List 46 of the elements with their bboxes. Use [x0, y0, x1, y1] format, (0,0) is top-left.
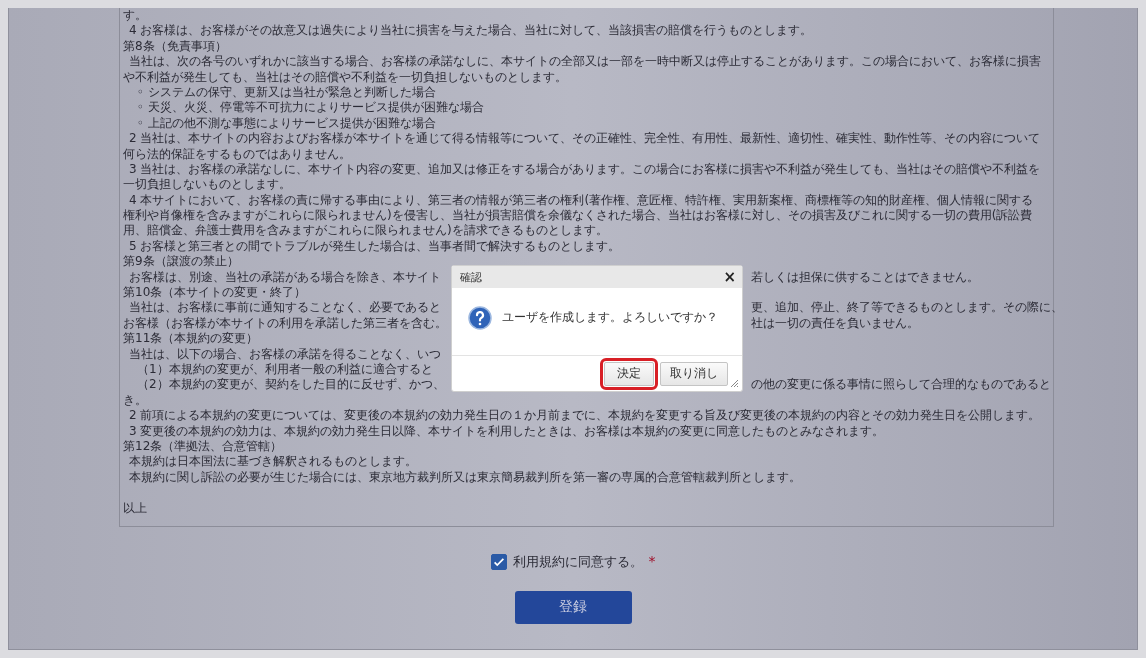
dialog-button[interactable]: 取り消し — [660, 361, 728, 386]
dialog-title: 確認 — [460, 269, 482, 285]
terms-line: す。 — [123, 8, 147, 22]
close-button[interactable]: × — [723, 269, 736, 285]
dialog-message: ユーザを作成します。よろしいですか？ — [502, 309, 718, 326]
terms-line: ◦ 天災、火災、停電等不可抗力によりサービス提供が困難な場合 — [137, 100, 484, 115]
terms-line: き。 — [123, 392, 147, 407]
terms-line: 何ら法的保証をするものではありません。 — [123, 146, 351, 161]
terms-line: ◦ 上記の他不測な事態によりサービス提供が困難な場合 — [137, 115, 436, 130]
terms-line: 以上 — [123, 500, 147, 515]
required-mark: * — [648, 552, 656, 569]
terms-line: 若しくは担保に供することはできません。 — [751, 269, 979, 286]
terms-line: 第11条（本規約の変更） — [123, 331, 259, 346]
terms-line: 本規約は日本国法に基づき解釈されるものとします。 — [129, 454, 417, 469]
terms-line: ◦ システムの保守、更新又は当社が緊急と判断した場合 — [137, 84, 436, 99]
register-button[interactable]: 登録 — [514, 590, 632, 624]
terms-line: 当社は、以下の場合、お客様の承諾を得ることなく、いつ — [129, 346, 441, 361]
question-icon — [468, 305, 492, 330]
terms-line: 4 本サイトにおいて、お客様の責に帰する事由により、第三者の情報が第三者の権利(著作権、意匠権、特許権、実用新案権、商標権等の知的財産権、個人情報に関する — [129, 192, 1034, 207]
terms-line: 一切負担しないものとします。 — [123, 177, 291, 192]
agree-label: 利用規約に同意する。 — [512, 552, 643, 571]
terms-line: 3 当社は、お客様の承諾なしに、本サイト内容の変更、追加又は修正をする場合があります。この場合にお客様に損害や不利益が発生しても、当社はその賠償や不利益を — [129, 161, 1041, 176]
terms-line: 4 お客様は、お客様がその故意又は過失により当社に損害を与えた場合、当社に対して、当該損害の賠償を行うものとします。 — [129, 23, 813, 38]
terms-line: 当社は、次の各号のいずれかに該当する場合、お客様の承諾なしに、本サイトの全部又は一部を一時中断又は停止することがあります。この場合において、お客様に損害 — [129, 54, 1041, 69]
terms-line: お客様（お客様が本サイトの利用を承諾した第三者を含む。 — [123, 315, 447, 332]
terms-line: 更、追加、停止、終了等できるものとします。その際に、 — [751, 300, 1063, 316]
terms-line: や不利益が発生しても、当社はその賠償や不利益を一切負担しないものとします。 — [123, 69, 567, 84]
agree-checkbox[interactable] — [490, 553, 507, 570]
terms-line: 5 お客様と第三者との間でトラブルが発生した場合は、当事者間で解決するものとします。 — [129, 238, 621, 253]
terms-line: 本規約に関し訴訟の必要が生じた場合には、東京地方裁判所又は東京簡易裁判所を第一審の専属的合意管轄裁判所とします。 — [129, 469, 801, 484]
terms-line: 第10条（本サイトの変更・終了） — [123, 285, 307, 300]
terms-line: 用、賠償金、弁護士費用を含みますがこれらに限られません)を請求できるものとします。 — [123, 223, 608, 238]
terms-line: 2 当社は、本サイトの内容およびお客様が本サイトを通じて得る情報等について、その正確性、完全性、有用性、最新性、適切性、確実性、動作性等、その内容について — [129, 131, 1041, 146]
terms-line: （2）本規約の変更が、契約をした目的に反せず、かつ、 — [137, 377, 445, 393]
terms-line: 社は一切の責任を負いません。 — [751, 315, 919, 332]
terms-line: 第12条（準拠法、合意管轄） — [123, 438, 283, 453]
terms-line: （1）本規約の変更が、利用者一般の利益に適合すると — [137, 362, 433, 376]
terms-line: 3 変更後の本規約の効力は、本規約の効力発生日以降、本サイトを利用したときは、お客様は本規約の変更に同意したものとみなされます。 — [129, 423, 885, 438]
terms-line: 権利や肖像権を含みますがこれらに限られません)を侵害し、当社が損害賠償を余儀なくされた場合、当社はお客様に対し、その損害及びこれに関する一切の費用(訴訟費 — [123, 208, 1033, 223]
terms-line: 2 前項による本規約の変更については、変更後の本規約の効力発生日の１か月前までに、本規約を変更する旨及び変更後の本規約の内容とその効力発生日を公開します。 — [129, 408, 1041, 423]
resize-grip-icon[interactable] — [729, 378, 739, 388]
terms-line: お客様は、別途、当社の承諾がある場合を除き、本サイト — [129, 269, 441, 286]
terms-line: 当社は、お客様に事前に通知することなく、必要であると — [129, 300, 441, 316]
terms-line: 第9条（譲渡の禁止） — [123, 254, 239, 269]
terms-line: の他の変更に係る事情に照らして合理的なものであると — [751, 377, 1051, 393]
terms-line: 第8条（免責事項） — [123, 38, 227, 53]
